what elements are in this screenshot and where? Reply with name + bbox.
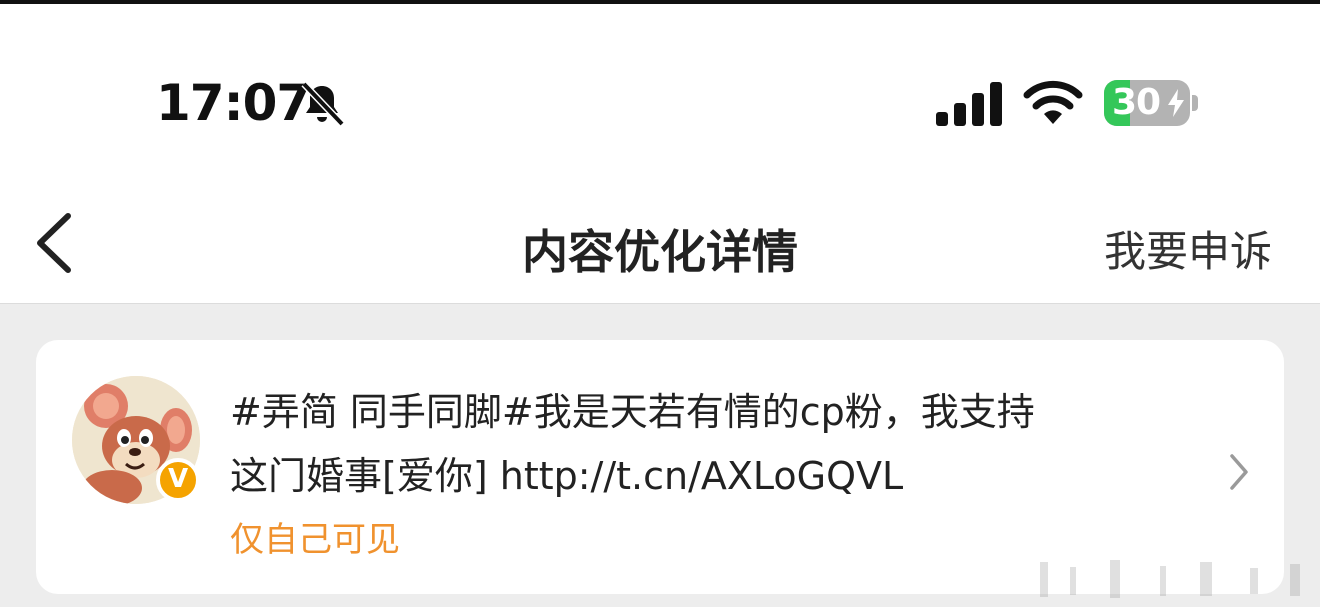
- battery-percentage: 30: [1112, 82, 1161, 123]
- appeal-button[interactable]: 我要申诉: [1104, 218, 1272, 279]
- battery-tip: [1192, 95, 1198, 111]
- cellular-signal-icon: [936, 82, 1002, 126]
- wifi-icon: [1023, 80, 1083, 124]
- post-content[interactable]: #弄简 同手同脚#我是天若有情的cp粉，我支持 这门婚事[爱你] http://…: [230, 380, 1190, 508]
- header: 17:07 30 内容优化详情 我要申诉: [0, 4, 1320, 304]
- avatar[interactable]: V: [72, 376, 200, 504]
- post-text-line-1: #弄简 同手同脚#我是天若有情的cp粉，我支持: [230, 390, 1035, 434]
- verified-badge-label: V: [167, 464, 189, 494]
- visibility-label: 仅自己可见: [230, 520, 400, 560]
- watermark-graphic: [1040, 560, 1300, 598]
- chevron-right-icon[interactable]: [1226, 452, 1252, 492]
- status-time: 17:07: [156, 74, 311, 132]
- bolt-icon: [1168, 89, 1184, 117]
- post-text-line-2: 这门婚事[爱你] http://t.cn/AXLoGQVL: [230, 454, 904, 498]
- bell-slash-icon: [301, 81, 345, 127]
- verified-badge: V: [156, 458, 200, 502]
- battery-charging-icon: 30: [1104, 80, 1190, 126]
